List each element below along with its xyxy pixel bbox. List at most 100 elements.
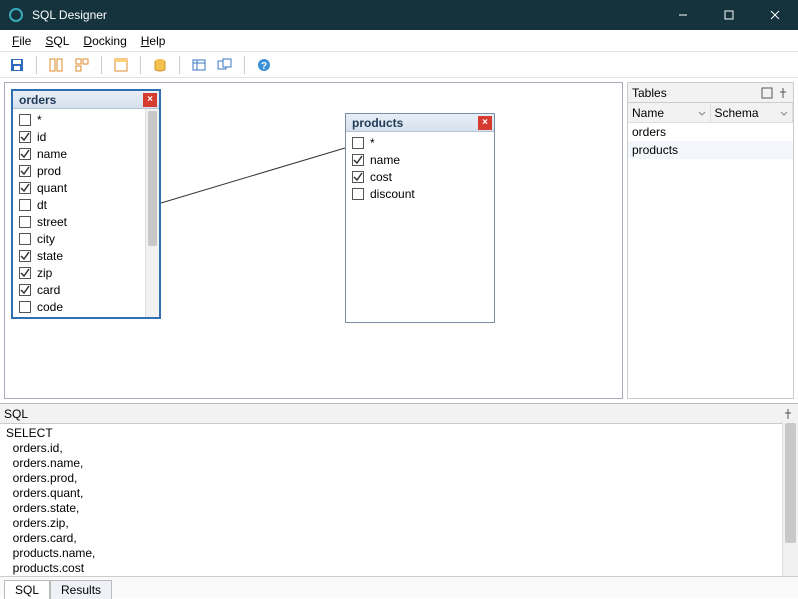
column-item[interactable]: zip xyxy=(13,264,145,281)
column-header-name[interactable]: Name xyxy=(628,103,711,122)
column-checkbox[interactable] xyxy=(19,267,31,279)
table-window-close-button[interactable]: × xyxy=(478,116,492,130)
sql-panel-title: SQL xyxy=(4,407,778,421)
column-item[interactable]: dt xyxy=(13,196,145,213)
column-label: id xyxy=(37,130,46,144)
column-checkbox[interactable] xyxy=(19,148,31,160)
cell-name: orders xyxy=(628,125,711,139)
menu-sql[interactable]: SQL xyxy=(39,32,75,50)
tab-sql[interactable]: SQL xyxy=(4,580,50,599)
column-label: * xyxy=(37,113,42,127)
column-label: prod xyxy=(37,164,61,178)
save-button[interactable] xyxy=(6,54,28,76)
workspace: orders×*idnameprodquantdtstreetcitystate… xyxy=(0,78,798,403)
column-checkbox[interactable] xyxy=(19,233,31,245)
column-checkbox[interactable] xyxy=(352,154,364,166)
table-row[interactable]: products xyxy=(628,141,793,159)
column-header-schema[interactable]: Schema xyxy=(711,103,794,122)
pin-icon[interactable] xyxy=(777,87,789,99)
column-label: * xyxy=(370,136,375,150)
menu-file[interactable]: File xyxy=(6,32,37,50)
column-checkbox[interactable] xyxy=(19,301,31,313)
column-label: cost xyxy=(370,170,392,184)
tables-layout-2-button[interactable] xyxy=(71,54,93,76)
column-item[interactable]: discount xyxy=(346,185,494,202)
tables-panel-header[interactable]: Tables xyxy=(627,83,794,103)
table-single-button[interactable] xyxy=(188,54,210,76)
column-label: card xyxy=(37,283,60,297)
design-surface[interactable]: orders×*idnameprodquantdtstreetcitystate… xyxy=(4,82,623,399)
column-checkbox[interactable] xyxy=(19,131,31,143)
tab-results[interactable]: Results xyxy=(50,580,112,599)
pin-icon[interactable] xyxy=(782,408,794,420)
sql-panel-header[interactable]: SQL xyxy=(0,404,798,424)
column-label: state xyxy=(37,249,63,263)
column-item[interactable]: cost xyxy=(346,168,494,185)
panel-window-icon[interactable] xyxy=(761,87,773,99)
column-checkbox[interactable] xyxy=(19,182,31,194)
column-label: zip xyxy=(37,266,52,280)
column-checkbox[interactable] xyxy=(352,171,364,183)
column-label: name xyxy=(370,153,400,167)
column-item[interactable]: name xyxy=(13,145,145,162)
tables-panel: Tables Name Schema orders products xyxy=(627,82,794,399)
column-item[interactable]: name xyxy=(346,151,494,168)
cell-name: products xyxy=(628,143,711,157)
tables-grid-header: Name Schema xyxy=(628,103,793,123)
table-row[interactable]: orders xyxy=(628,123,793,141)
column-checkbox[interactable] xyxy=(19,199,31,211)
menu-docking[interactable]: Docking xyxy=(77,32,132,50)
column-checkbox[interactable] xyxy=(19,165,31,177)
database-button[interactable] xyxy=(149,54,171,76)
column-list: * idname prod quantdt streetcity state zip card… xyxy=(13,109,145,317)
close-button[interactable] xyxy=(752,0,798,30)
grid-highlight-button[interactable] xyxy=(110,54,132,76)
column-item[interactable]: city xyxy=(13,230,145,247)
column-item[interactable]: prod xyxy=(13,162,145,179)
titlebar: SQL Designer xyxy=(0,0,798,30)
column-item[interactable]: * xyxy=(13,111,145,128)
column-item[interactable]: id xyxy=(13,128,145,145)
column-label: street xyxy=(37,215,67,229)
table-window-products[interactable]: products× * name cost discount xyxy=(345,113,495,323)
column-item[interactable]: card xyxy=(13,281,145,298)
column-label: quant xyxy=(37,181,67,195)
sort-icon xyxy=(698,109,706,117)
sql-text[interactable]: SELECT orders.id, orders.name, orders.pr… xyxy=(0,424,798,576)
column-checkbox[interactable] xyxy=(19,284,31,296)
tables-layout-1-button[interactable] xyxy=(45,54,67,76)
table-window-close-button[interactable]: × xyxy=(143,93,157,107)
table-window-header[interactable]: products× xyxy=(346,114,494,132)
column-item[interactable]: state xyxy=(13,247,145,264)
column-checkbox[interactable] xyxy=(19,216,31,228)
column-label: discount xyxy=(370,187,415,201)
menu-help[interactable]: Help xyxy=(135,32,172,50)
sql-scrollbar[interactable] xyxy=(782,421,798,576)
table-scrollbar[interactable] xyxy=(145,109,159,317)
maximize-button[interactable] xyxy=(706,0,752,30)
app-icon xyxy=(8,7,24,23)
table-window-title: orders xyxy=(19,93,143,107)
column-item[interactable]: code xyxy=(13,298,145,315)
menubar: File SQL Docking Help xyxy=(0,30,798,52)
scrollbar-thumb[interactable] xyxy=(785,423,796,543)
column-list: * name cost discount xyxy=(346,132,494,322)
column-checkbox[interactable] xyxy=(352,188,364,200)
column-checkbox[interactable] xyxy=(352,137,364,149)
minimize-button[interactable] xyxy=(660,0,706,30)
window-title: SQL Designer xyxy=(32,8,660,22)
column-checkbox[interactable] xyxy=(19,250,31,262)
sort-icon xyxy=(780,109,788,117)
column-item[interactable]: street xyxy=(13,213,145,230)
column-label: code xyxy=(37,300,63,314)
column-checkbox[interactable] xyxy=(19,114,31,126)
svg-text:?: ? xyxy=(261,61,267,72)
table-multi-button[interactable] xyxy=(214,54,236,76)
help-button[interactable]: ? xyxy=(253,54,275,76)
tables-grid: Name Schema orders products xyxy=(627,103,794,399)
column-item[interactable]: * xyxy=(346,134,494,151)
scrollbar-thumb[interactable] xyxy=(148,111,157,246)
table-window-header[interactable]: orders× xyxy=(13,91,159,109)
table-window-orders[interactable]: orders× * idname prod quantdt streetcity state… xyxy=(11,89,161,319)
column-item[interactable]: quant xyxy=(13,179,145,196)
